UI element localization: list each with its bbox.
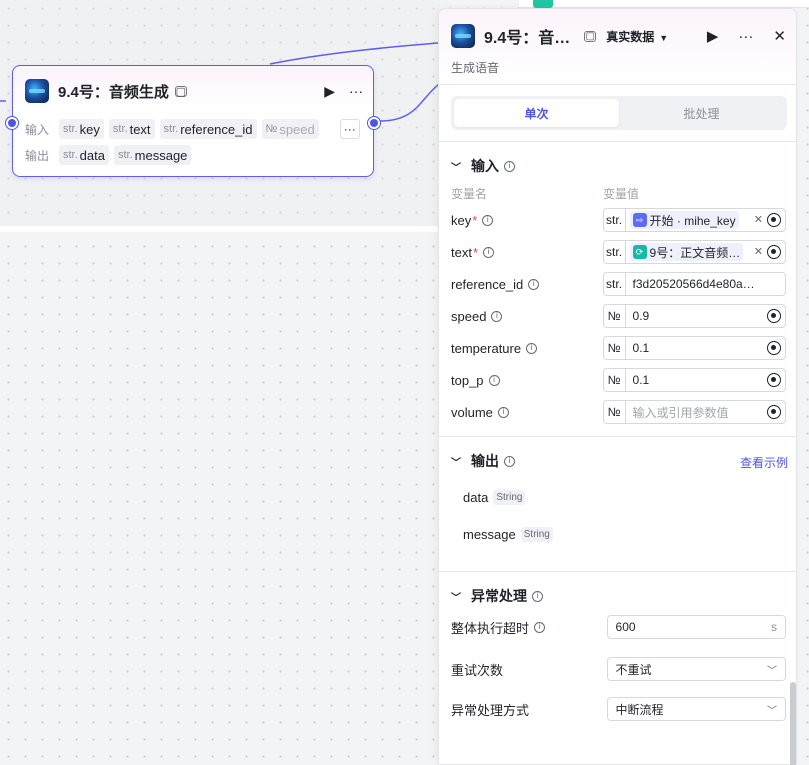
more-icon[interactable]: ···	[349, 83, 363, 99]
output-item-data: data String	[463, 490, 526, 505]
view-example-link[interactable]: 查看示例	[740, 454, 788, 471]
info-icon: i	[491, 310, 503, 322]
node-input-label: 输入	[25, 122, 50, 137]
node-output-label: 输出	[25, 148, 50, 163]
param-row-temperature: temperature i № 0.1	[451, 336, 786, 360]
node-output-port[interactable]	[368, 117, 380, 129]
reference-picker-icon[interactable]	[767, 309, 781, 323]
run-icon[interactable]: ▶	[707, 27, 719, 45]
node-input-tag: str. reference_id	[159, 119, 257, 139]
timeout-row: 整体执行超时 i 600 s	[451, 615, 786, 639]
node-input-tag: str. key	[59, 119, 104, 139]
output-section-header[interactable]: ﹀ 输出 i	[451, 451, 515, 471]
data-mode-dropdown[interactable]: 真实数据 ▼	[606, 28, 668, 45]
info-icon: i	[534, 621, 546, 633]
reference-picker-icon[interactable]	[767, 245, 781, 259]
param-row-key: key * i str. ⇨ 开始 · mihe_key ✕	[451, 208, 786, 232]
param-row-reference-id: reference_id i str. f3d20520566d4e80a…	[451, 272, 786, 296]
info-icon: i	[482, 214, 494, 226]
info-icon: i	[504, 455, 515, 467]
node-config-panel: 9.4号：音… ▢ 真实数据 ▼ ▶ ··· ✕ 生成语音 单次 批处理 ﹀ 输入 i…	[438, 8, 797, 765]
panel-logo-icon	[451, 24, 475, 48]
variable-chip: ⟳ 9号：正文音频…	[629, 243, 744, 261]
top-p-value-field[interactable]: № 0.1	[602, 368, 786, 392]
divider	[439, 141, 796, 142]
output-item-message: message String	[463, 527, 553, 542]
node-output-tag: str. data	[59, 145, 109, 165]
param-row-top-p: top_p i № 0.1	[451, 368, 786, 392]
info-icon: i	[497, 406, 509, 418]
panel-header: 9.4号：音… ▢ 真实数据 ▼ ▶ ··· ✕ 生成语音	[439, 9, 796, 85]
chevron-down-icon: ﹀	[451, 457, 461, 469]
reference-picker-icon[interactable]	[767, 405, 781, 419]
col-value-header: 变量值	[603, 187, 640, 201]
node-outputs-row: 输出 str. data str. message	[25, 145, 196, 165]
chevron-down-icon: ﹀	[767, 665, 777, 677]
info-icon: i	[483, 246, 495, 258]
speed-value-field[interactable]: № 0.9	[602, 304, 786, 328]
input-section-header[interactable]: ﹀ 输入 i	[451, 156, 515, 176]
more-icon[interactable]: ···	[738, 28, 753, 45]
divider	[439, 571, 796, 572]
node-logo-icon	[25, 79, 49, 103]
loop-icon: ⟳	[632, 245, 647, 259]
col-name-header: 变量名	[451, 187, 488, 201]
caret-down-icon: ▼	[659, 32, 669, 43]
node-stub-icon	[533, 0, 553, 8]
reference-picker-icon[interactable]	[767, 341, 781, 355]
handling-select[interactable]: 中断流程 ﹀	[606, 697, 786, 721]
node-input-tag: № speed	[261, 119, 319, 139]
temperature-value-field[interactable]: № 0.1	[602, 336, 786, 360]
info-icon: i	[504, 160, 515, 172]
node-input-tag: str. text	[108, 119, 155, 139]
info-icon: i	[488, 374, 500, 386]
run-icon[interactable]: ▶	[324, 83, 335, 100]
variable-chip: ⇨ 开始 · mihe_key	[629, 211, 739, 229]
reference-badge-icon: ▢	[584, 30, 597, 42]
chevron-down-icon: ﹀	[451, 162, 461, 174]
node-title: 9.4号：音频生成	[58, 83, 169, 101]
reference-id-value-field[interactable]: str. f3d20520566d4e80a…	[602, 272, 786, 296]
divider	[439, 436, 796, 437]
chevron-down-icon: ﹀	[451, 592, 461, 604]
retry-select[interactable]: 不重试 ﹀	[606, 657, 786, 681]
panel-title[interactable]: 9.4号：音…	[484, 24, 570, 48]
tab-batch[interactable]: 批处理	[619, 99, 784, 127]
canvas-node-stub[interactable]	[519, 0, 809, 8]
tab-single[interactable]: 单次	[454, 99, 619, 127]
audio-gen-node[interactable]: 9.4号：音频生成 ▢ ▶ ··· 输入 str. key str. text st…	[6, 65, 380, 177]
clear-icon[interactable]: ✕	[754, 245, 763, 258]
reference-picker-icon[interactable]	[767, 373, 781, 387]
reference-picker-icon[interactable]	[767, 213, 781, 227]
panel-subtitle: 生成语音	[451, 61, 500, 75]
chevron-down-icon: ﹀	[767, 705, 777, 717]
node-more-inputs-button[interactable]: ···	[339, 119, 360, 139]
node-inputs-row: 输入 str. key str. text str. reference_id № sp…	[25, 119, 365, 139]
handling-row: 异常处理方式 中断流程 ﹀	[451, 697, 786, 721]
param-row-speed: speed i № 0.9	[451, 304, 786, 328]
volume-value-field[interactable]: № 输入或引用参数值	[602, 400, 786, 424]
param-row-text: text * i str. ⟳ 9号：正文音频… ✕	[451, 240, 786, 264]
timeout-input[interactable]: 600 s	[606, 615, 786, 639]
run-mode-tabs: 单次 批处理	[451, 96, 787, 130]
retry-row: 重试次数 不重试 ﹀	[451, 657, 786, 681]
text-value-field[interactable]: str. ⟳ 9号：正文音频… ✕	[602, 240, 786, 264]
node-input-port[interactable]	[6, 117, 18, 129]
close-icon[interactable]: ✕	[773, 27, 786, 45]
node-output-tag: str. message	[113, 145, 192, 165]
start-icon: ⇨	[632, 213, 647, 227]
clear-icon[interactable]: ✕	[754, 213, 763, 226]
reference-badge-icon: ▢	[174, 85, 187, 98]
exception-section-header[interactable]: ﹀ 异常处理 i	[451, 586, 543, 606]
key-value-field[interactable]: str. ⇨ 开始 · mihe_key ✕	[602, 208, 786, 232]
info-icon: i	[532, 590, 543, 602]
info-icon: i	[526, 342, 538, 354]
info-icon: i	[528, 278, 540, 290]
param-row-volume: volume i № 输入或引用参数值	[451, 400, 786, 424]
panel-scrollbar[interactable]	[790, 682, 796, 765]
